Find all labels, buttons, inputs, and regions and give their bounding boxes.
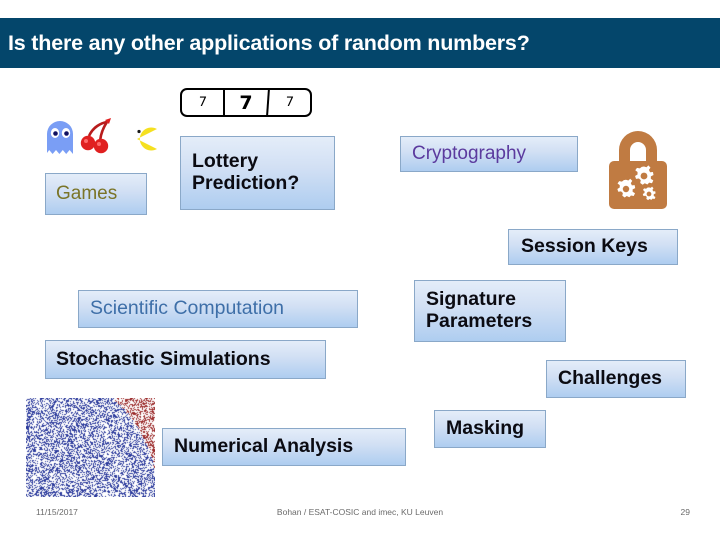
label-scientific-computation: Scientific Computation bbox=[90, 297, 285, 320]
label-box-scientific-computation[interactable]: Scientific Computation bbox=[78, 290, 358, 328]
pacman-ghost-icon bbox=[47, 121, 73, 154]
label-signature-parameters: Signature Parameters bbox=[426, 288, 533, 332]
arcade-game-icons bbox=[44, 114, 160, 162]
footer-author: Bohan / ESAT-COSIC and imec, KU Leuven bbox=[276, 507, 444, 517]
slide-title-bar: Is there any other applications of rando… bbox=[0, 18, 720, 68]
label-box-numerical-analysis[interactable]: Numerical Analysis bbox=[162, 428, 406, 466]
label-box-session-keys[interactable]: Session Keys bbox=[508, 229, 678, 265]
monte-carlo-scatter-image bbox=[26, 398, 155, 497]
label-challenges: Challenges bbox=[558, 367, 663, 390]
label-masking: Masking bbox=[446, 417, 525, 440]
slide-footer: 11/15/2017 Bohan / ESAT-COSIC and imec, … bbox=[0, 505, 720, 527]
cherries-icon bbox=[80, 118, 111, 154]
label-numerical-analysis: Numerical Analysis bbox=[174, 435, 354, 458]
label-box-cryptography[interactable]: Cryptography bbox=[400, 136, 578, 172]
label-cryptography: Cryptography bbox=[412, 143, 527, 165]
label-box-stochastic-simulations[interactable]: Stochastic Simulations bbox=[45, 340, 326, 379]
label-box-masking[interactable]: Masking bbox=[434, 410, 546, 448]
label-games: Games bbox=[56, 183, 118, 205]
page-title: Is there any other applications of rando… bbox=[8, 30, 530, 55]
footer-page-number: 29 bbox=[680, 507, 690, 517]
reel-2: 7 bbox=[223, 90, 266, 115]
label-box-challenges[interactable]: Challenges bbox=[546, 360, 686, 398]
slot-machine-777: 7 7 7 bbox=[180, 88, 312, 117]
label-lottery-prediction: Lottery Prediction? bbox=[192, 150, 300, 194]
pacman-icon bbox=[137, 127, 157, 151]
monte-carlo-canvas bbox=[26, 398, 155, 497]
label-stochastic-simulations: Stochastic Simulations bbox=[56, 347, 271, 370]
label-box-games[interactable]: Games bbox=[45, 173, 147, 215]
label-box-lottery-prediction[interactable]: Lottery Prediction? bbox=[180, 136, 335, 210]
reel-1: 7 bbox=[197, 95, 208, 110]
reel-3: 7 bbox=[265, 90, 310, 115]
padlock-gears-icon bbox=[600, 128, 676, 216]
label-box-signature-parameters[interactable]: Signature Parameters bbox=[414, 280, 566, 342]
label-session-keys: Session Keys bbox=[521, 235, 648, 258]
